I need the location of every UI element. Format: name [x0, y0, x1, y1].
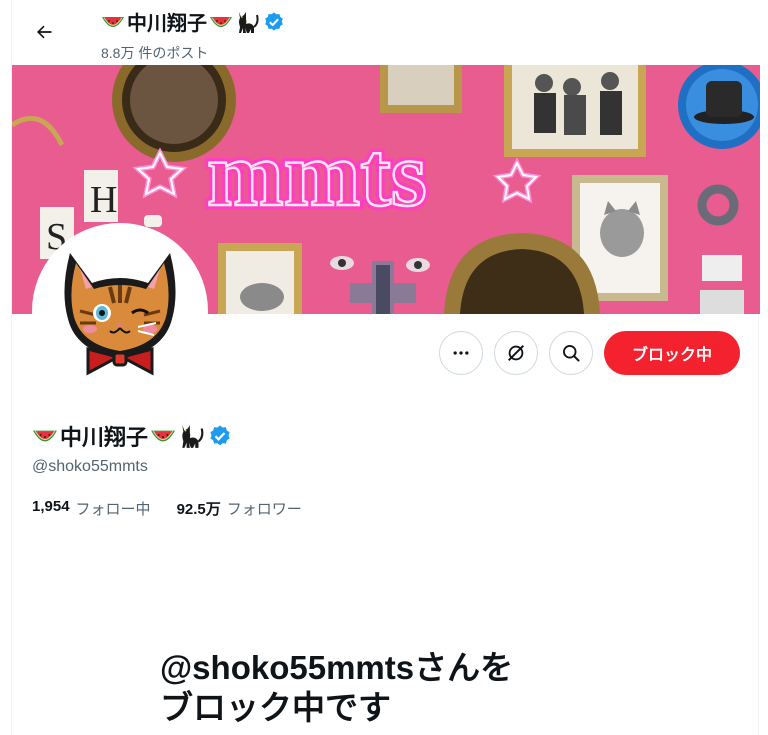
search-button[interactable]: [549, 331, 593, 375]
more-button[interactable]: [439, 331, 483, 375]
search-icon: [563, 345, 580, 362]
watermelon-icon: [102, 16, 124, 27]
verified-badge-icon: [265, 11, 283, 31]
verified-badge-icon[interactable]: [208, 424, 232, 448]
black-cat-icon: [239, 11, 259, 33]
profile-display-name: 中川翔子: [32, 420, 232, 452]
follow-stats: 1,954 フォロー中 92.5万 フォロワー: [32, 498, 302, 519]
following-count: 1,954: [32, 498, 70, 515]
back-button[interactable]: [26, 14, 62, 50]
blocked-notice-title: @shoko55mmtsさんを ブロック中です: [160, 648, 620, 728]
profile-handle: @shoko55mmts: [32, 458, 148, 475]
profile-column: 中川翔子 8.8万 件のポスト H S mmts mmts ブロック中 中川翔子…: [11, 0, 760, 735]
followers-label: フォロワー: [226, 501, 302, 518]
back-arrow-icon: [37, 25, 52, 39]
following-link[interactable]: 1,954 フォロー中: [32, 498, 151, 519]
watermelon-icon: [210, 16, 232, 27]
watermelon-icon: [33, 430, 57, 442]
grok-button[interactable]: [494, 331, 538, 375]
more-icon: [453, 351, 469, 355]
black-cat-icon: [182, 425, 204, 448]
header-name-text: 中川翔子: [127, 13, 207, 35]
header-post-count: 8.8万 件のポスト: [101, 45, 209, 61]
cat-avatar-image: [64, 253, 176, 376]
blocked-notice-line2: ブロック中です: [160, 689, 391, 726]
blocked-notice-line1: @shoko55mmtsさんを: [160, 649, 514, 686]
profile-name-text: 中川翔子: [60, 425, 149, 450]
banner-letter-h: H: [90, 179, 117, 221]
header-display-name: 中川翔子: [101, 7, 285, 36]
top-bar: 中川翔子 8.8万 件のポスト: [12, 0, 760, 65]
grok-icon: [507, 344, 525, 362]
blocked-button[interactable]: ブロック中: [604, 331, 740, 375]
followers-link[interactable]: 92.5万 フォロワー: [177, 498, 302, 519]
watermelon-icon: [151, 430, 175, 442]
following-label: フォロー中: [75, 501, 151, 518]
banner-neon-text: mmts: [207, 123, 427, 225]
followers-count: 92.5万: [176, 501, 221, 518]
profile-avatar[interactable]: [32, 223, 208, 399]
